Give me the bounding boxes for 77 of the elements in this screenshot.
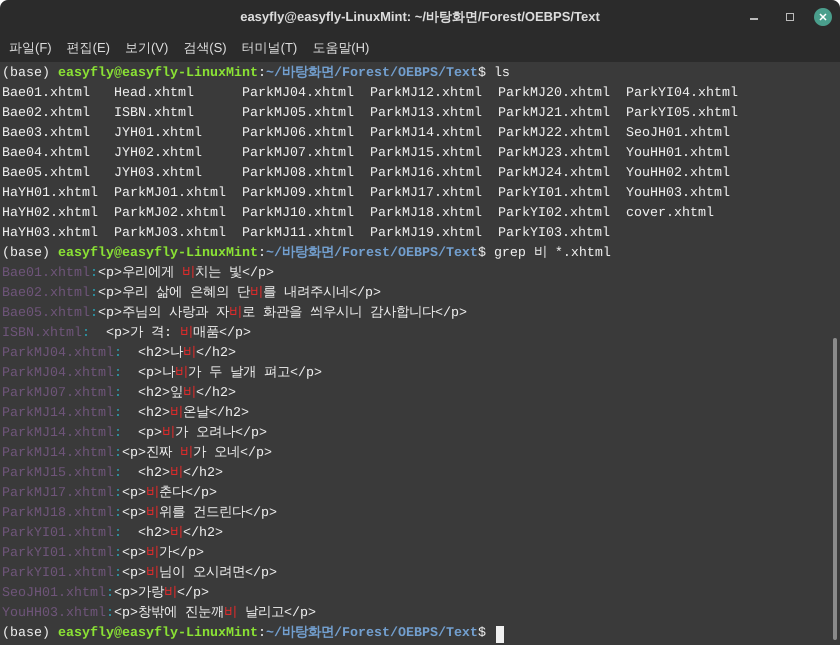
file-name: Bae03.xhtml [2, 126, 90, 141]
file-name: ParkMJ09.xhtml [242, 186, 354, 201]
grep-result-line: ISBN.xhtml: <p>가 격: 비매품</p> [2, 324, 251, 343]
file-name: ParkYI03.xhtml [498, 226, 610, 241]
close-icon[interactable] [814, 8, 832, 26]
file-name: Head.xhtml [114, 86, 194, 101]
file-name: ParkMJ07.xhtml [242, 146, 354, 161]
file-name: JYH01.xhtml [114, 126, 202, 141]
file-name: ParkMJ23.xhtml [498, 146, 610, 161]
grep-result-line: ParkMJ15.xhtml: <h2>비</h2> [2, 464, 223, 483]
file-name: ParkMJ20.xhtml [498, 86, 610, 101]
file-name: ISBN.xhtml [114, 106, 194, 121]
file-name: ParkYI01.xhtml [498, 186, 610, 201]
file-name: ParkMJ18.xhtml [370, 206, 482, 221]
grep-result-line: SeoJH01.xhtml:<p>가랑비</p> [2, 584, 209, 603]
grep-result-line: YouHH03.xhtml:<p>창밖에 진눈깨비 날리고</p> [2, 604, 316, 623]
prompt-line: (base) easyfly@easyfly-LinuxMint:~/바탕화면/Forest/OEBPS/Text$ ls [2, 64, 510, 83]
file-name: ParkMJ03.xhtml [114, 226, 226, 241]
file-name: Bae02.xhtml [2, 106, 90, 121]
file-name: ParkMJ21.xhtml [498, 106, 610, 121]
window-title: easyfly@easyfly-LinuxMint: ~/바탕화면/Forest/OEBPS/Text [240, 8, 600, 26]
grep-result-line: ParkMJ07.xhtml: <h2>잎비</h2> [2, 384, 236, 403]
file-name: ParkMJ02.xhtml [114, 206, 226, 221]
file-name: ParkMJ12.xhtml [370, 86, 482, 101]
file-name: ParkMJ13.xhtml [370, 106, 482, 121]
menu-item[interactable]: 보기(V) [120, 38, 174, 58]
grep-result-line: Bae05.xhtml:<p>주님의 사랑과 자비로 화관을 씌우시니 감사합니다</p> [2, 304, 467, 323]
file-name: JYH03.xhtml [114, 166, 202, 181]
file-name: SeoJH01.xhtml [626, 126, 730, 141]
grep-result-line: ParkMJ04.xhtml: <p>나비가 두 날개 펴고</p> [2, 364, 322, 383]
menu-item[interactable]: 파일(F) [4, 38, 57, 58]
prompt-line: (base) easyfly@easyfly-LinuxMint:~/바탕화면/Forest/OEBPS/Text$ [2, 624, 487, 643]
prompt-line: (base) easyfly@easyfly-LinuxMint:~/바탕화면/Forest/OEBPS/Text$ grep 비 *.xhtml [2, 244, 611, 263]
menu-item[interactable]: 검색(S) [178, 38, 232, 58]
file-name: cover.xhtml [626, 206, 714, 221]
file-name: ParkMJ08.xhtml [242, 166, 354, 181]
grep-result-line: ParkYI01.xhtml:<p>비 님이 오시려면</p> [2, 564, 277, 583]
menu-item[interactable]: 도움말(H) [307, 38, 374, 58]
grep-result-line: ParkMJ14.xhtml: <h2>비온날</h2> [2, 404, 249, 423]
file-name: ParkMJ14.xhtml [370, 126, 482, 141]
file-name: ParkMJ15.xhtml [370, 146, 482, 161]
file-name: ParkMJ16.xhtml [370, 166, 482, 181]
file-name: YouHH01.xhtml [626, 146, 730, 161]
file-name: HaYH02.xhtml [2, 206, 98, 221]
file-name: YouHH02.xhtml [626, 166, 730, 181]
file-name: ParkYI02.xhtml [498, 206, 610, 221]
grep-result-line: Bae01.xhtml:<p>우리에게 비치는 빛</p> [2, 264, 274, 283]
grep-result-line: ParkYI01.xhtml:<p>비가</p> [2, 544, 204, 563]
grep-result-line: ParkMJ18.xhtml:<p>비위를 건드린다</p> [2, 504, 277, 523]
file-name: ParkMJ19.xhtml [370, 226, 482, 241]
file-name: ParkMJ05.xhtml [242, 106, 354, 121]
file-name: ParkMJ10.xhtml [242, 206, 354, 221]
grep-result-line: ParkMJ17.xhtml:<p>비춘다</p> [2, 484, 217, 503]
file-name: HaYH01.xhtml [2, 186, 98, 201]
file-name: JYH02.xhtml [114, 146, 202, 161]
file-name: ParkMJ06.xhtml [242, 126, 354, 141]
file-name: Bae01.xhtml [2, 86, 90, 101]
grep-result-line: Bae02.xhtml:<p>우리 삶에 은혜의 단비를 내려주시네</p> [2, 284, 381, 303]
file-name: YouHH03.xhtml [626, 186, 730, 201]
file-name: ParkMJ22.xhtml [498, 126, 610, 141]
file-name: ParkYI04.xhtml [626, 86, 738, 101]
scrollbar[interactable] [833, 338, 837, 640]
grep-result-line: ParkMJ04.xhtml: <h2>나비</h2> [2, 344, 236, 363]
file-name: HaYH03.xhtml [2, 226, 98, 241]
file-name: ParkYI05.xhtml [626, 106, 738, 121]
file-name: Bae05.xhtml [2, 166, 90, 181]
file-name: ParkMJ24.xhtml [498, 166, 610, 181]
file-name: ParkMJ01.xhtml [114, 186, 226, 201]
menu-item[interactable]: 편집(E) [62, 38, 115, 58]
grep-result-line: ParkYI01.xhtml: <h2>비</h2> [2, 524, 223, 543]
grep-result-line: ParkMJ14.xhtml:<p>진짜 비가 오네</p> [2, 444, 272, 463]
file-name: ParkMJ17.xhtml [370, 186, 482, 201]
file-name: Bae04.xhtml [2, 146, 90, 161]
menu-item[interactable]: 터미널(T) [236, 38, 302, 58]
grep-result-line: ParkMJ14.xhtml: <p>비가 오려나</p> [2, 424, 267, 443]
file-name: ParkMJ11.xhtml [242, 226, 354, 241]
file-name: ParkMJ04.xhtml [242, 86, 354, 101]
